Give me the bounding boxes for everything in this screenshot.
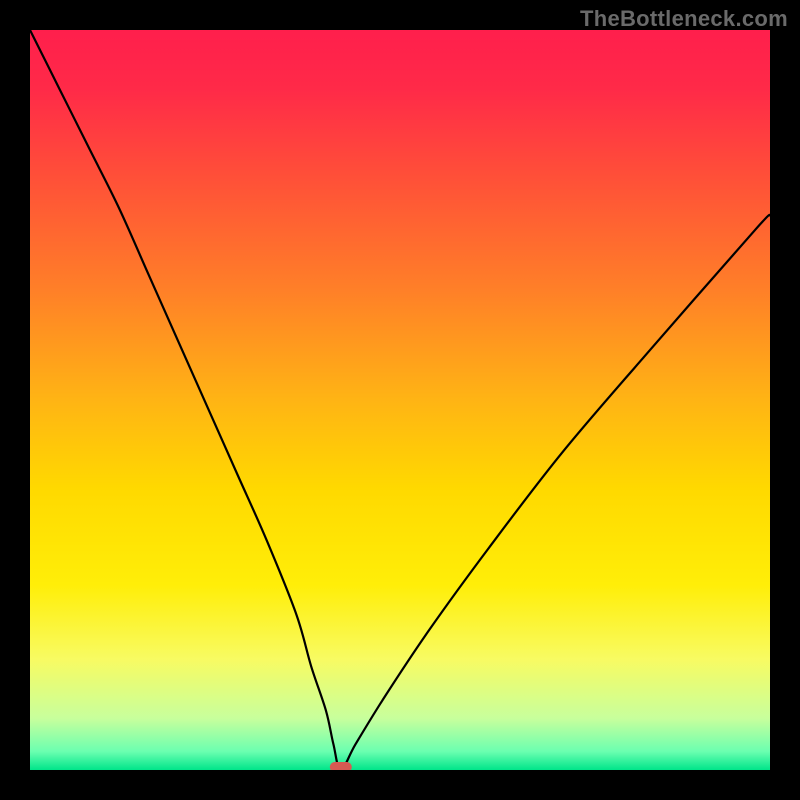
optimum-marker: [330, 762, 352, 770]
plot-area: [30, 30, 770, 770]
gradient-background: [30, 30, 770, 770]
watermark-text: TheBottleneck.com: [580, 6, 788, 32]
chart-svg: [30, 30, 770, 770]
chart-frame: TheBottleneck.com: [0, 0, 800, 800]
